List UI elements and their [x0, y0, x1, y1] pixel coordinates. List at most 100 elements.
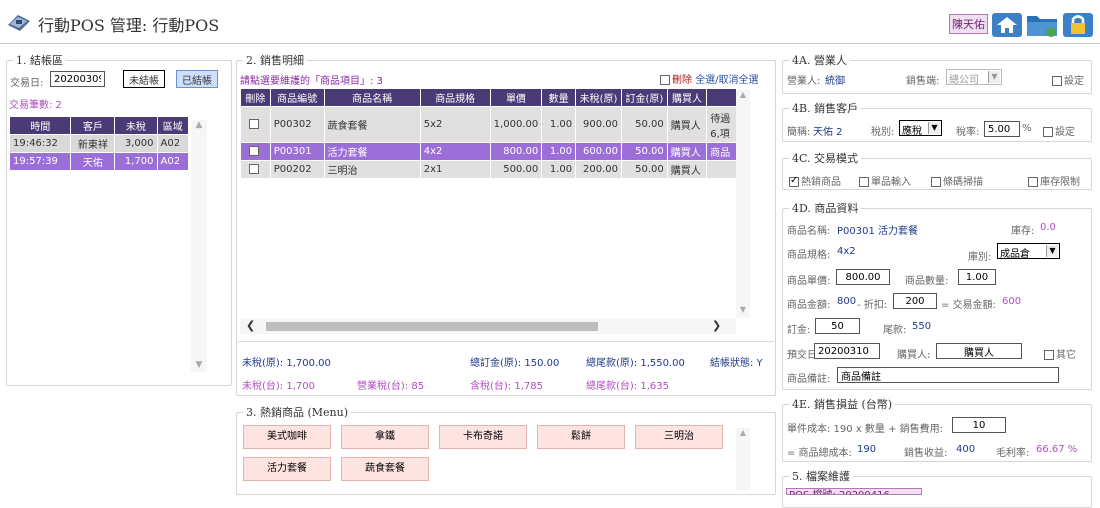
fee-input[interactable]: [952, 417, 1006, 433]
mode-hot-items[interactable]: 熱銷商品: [789, 173, 841, 188]
select-all-link[interactable]: 全選/取消全選: [695, 75, 758, 86]
extra-line: 待過: [710, 113, 731, 125]
app-logo-icon: [8, 15, 30, 31]
menu-item-button[interactable]: 活力套餐: [243, 457, 331, 481]
barcode-label: 條碼掃描: [943, 177, 983, 188]
short-label: 簡稱:: [787, 127, 811, 138]
cell-deposit: 50.00: [621, 160, 668, 179]
scroll-up-icon[interactable]: ▲: [736, 90, 750, 99]
menu-item-button[interactable]: 蔬食套餐: [341, 457, 429, 481]
col-price: 單價: [489, 88, 543, 107]
note-input[interactable]: [837, 367, 1059, 383]
mode-stock-limit[interactable]: 庫存限制: [1028, 173, 1080, 188]
col-buyer: 購買人: [666, 88, 708, 107]
cell-buyer: 購買人: [666, 106, 708, 143]
home-icon[interactable]: [991, 10, 1023, 38]
cell-item-id: P00302: [269, 106, 325, 143]
menu-scrollbar[interactable]: ▲: [736, 428, 750, 490]
seller-setting-checkbox[interactable]: [1052, 76, 1062, 86]
cell-price: 500.00: [489, 160, 543, 179]
margin-value: 66.67 %: [1036, 444, 1078, 455]
price-input[interactable]: [836, 269, 890, 285]
warehouse-select[interactable]: 成品倉 ▼: [997, 243, 1060, 260]
table-row[interactable]: P00202 三明治 2x1 500.00 1.00 200.00 50.00 …: [240, 160, 736, 179]
summary-untaxed-tw: 未稅(台): 1,700: [242, 381, 315, 392]
scroll-thumb[interactable]: [266, 322, 598, 331]
amount-label: 商品金額:: [787, 300, 831, 311]
mode-barcode[interactable]: 條碼掃描: [931, 173, 983, 188]
paid-button[interactable]: 已結帳: [176, 70, 218, 88]
other-option[interactable]: 其它: [1044, 346, 1076, 361]
date-input[interactable]: [50, 71, 105, 87]
folder-icon[interactable]: [1026, 10, 1058, 38]
cell-untaxed: 600.00: [575, 142, 622, 161]
qty-input[interactable]: [958, 269, 996, 285]
scroll-left-icon[interactable]: ❮: [246, 319, 255, 332]
checkout-table: 時間 客戶 未稅 區域 19:46:32 新東祥 3,000 A02 19:57…: [8, 116, 189, 171]
table-row[interactable]: P00302 蔬食套餐 5x2 1,000.00 1.00 900.00 50.…: [240, 106, 736, 143]
other-checkbox[interactable]: [1044, 350, 1054, 360]
product-name: P00301 活力套餐: [837, 226, 919, 237]
summary-divider: [238, 341, 774, 342]
deposit-input[interactable]: [815, 318, 860, 334]
buyer-input[interactable]: [936, 343, 1022, 359]
amount-value: 800: [837, 296, 857, 307]
taxtype-select[interactable]: 應稅 ▼: [899, 120, 942, 137]
stock-label: 庫存:: [1011, 226, 1035, 237]
cell-deposit: 50.00: [621, 142, 668, 161]
customer-setting-checkbox[interactable]: [1043, 127, 1053, 137]
cell-untaxed: 200.00: [575, 160, 622, 179]
sales-hscrollbar[interactable]: ❮ ❯: [240, 318, 736, 334]
lock-icon[interactable]: [1062, 10, 1094, 38]
mode-legend: 4C. 交易模式: [792, 152, 859, 165]
channel-value: 總公司: [949, 75, 979, 86]
pickup-input[interactable]: [814, 343, 880, 359]
discount-input[interactable]: [893, 293, 937, 309]
unpaid-button[interactable]: 未結帳: [123, 70, 165, 88]
rate-input[interactable]: [984, 121, 1020, 137]
other-label: 其它: [1056, 350, 1076, 361]
row-checkbox[interactable]: [249, 164, 260, 174]
cell-untaxed: 3,000: [114, 134, 158, 153]
col-delete: 刪除: [240, 88, 271, 107]
barcode-checkbox[interactable]: [931, 177, 941, 187]
table-row[interactable]: 19:57:39 天佑 1,700 A02: [8, 152, 189, 171]
profit-legend: 4E. 銷售損益 (台幣): [792, 398, 893, 411]
cell-area: A02: [156, 134, 189, 153]
summary-tax-tw: 營業稅(台): 85: [357, 381, 425, 392]
hot-items-checkbox[interactable]: [789, 175, 799, 187]
sales-vscrollbar[interactable]: ▲ ▼: [736, 90, 750, 318]
sales-hint: 請點選要維護的「商品項目」: 3: [240, 76, 383, 87]
row-checkbox[interactable]: [249, 146, 260, 156]
balance-value: 550: [912, 321, 932, 332]
scroll-up-icon[interactable]: ▲: [191, 120, 207, 130]
seller-legend: 4A. 營業人: [792, 54, 847, 67]
select-all-control[interactable]: 刪除 全選/取消全選: [660, 71, 759, 86]
scroll-up-icon[interactable]: ▲: [736, 428, 750, 437]
menu-item-button[interactable]: 卡布奇諾: [439, 425, 527, 449]
checkout-scrollbar[interactable]: ▲ ▼: [191, 120, 207, 372]
scroll-down-icon[interactable]: ▼: [736, 305, 750, 314]
col-extra: [706, 88, 736, 107]
menu-item-button[interactable]: 拿鐵: [341, 425, 429, 449]
mode-single-item[interactable]: 單品輸入: [859, 173, 911, 188]
menu-item-button[interactable]: 美式咖啡: [243, 425, 331, 449]
cell-extra: 待過 6,項: [706, 106, 736, 143]
channel-select[interactable]: 總公司 ▼: [946, 69, 1002, 86]
stock-limit-checkbox[interactable]: [1028, 177, 1038, 187]
stock-limit-label: 庫存限制: [1040, 177, 1080, 188]
scroll-right-icon[interactable]: ❯: [712, 319, 721, 332]
table-row[interactable]: 19:46:32 新東祥 3,000 A02: [8, 134, 189, 153]
delete-checkbox[interactable]: [660, 75, 670, 85]
menu-item-button[interactable]: 鬆餅: [537, 425, 625, 449]
scroll-down-icon[interactable]: ▼: [191, 360, 207, 370]
row-checkbox[interactable]: [249, 119, 260, 129]
menu-item-button[interactable]: 三明治: [635, 425, 723, 449]
customer-setting[interactable]: 設定: [1043, 123, 1075, 138]
rate-percent: %: [1022, 123, 1032, 134]
warehouse-label: 庫別:: [968, 252, 992, 263]
user-badge[interactable]: 陳天佑: [949, 14, 988, 34]
single-item-checkbox[interactable]: [859, 177, 869, 187]
table-row[interactable]: P00301 活力套餐 4x2 800.00 1.00 600.00 50.00…: [240, 142, 736, 161]
seller-setting[interactable]: 設定: [1052, 72, 1084, 87]
